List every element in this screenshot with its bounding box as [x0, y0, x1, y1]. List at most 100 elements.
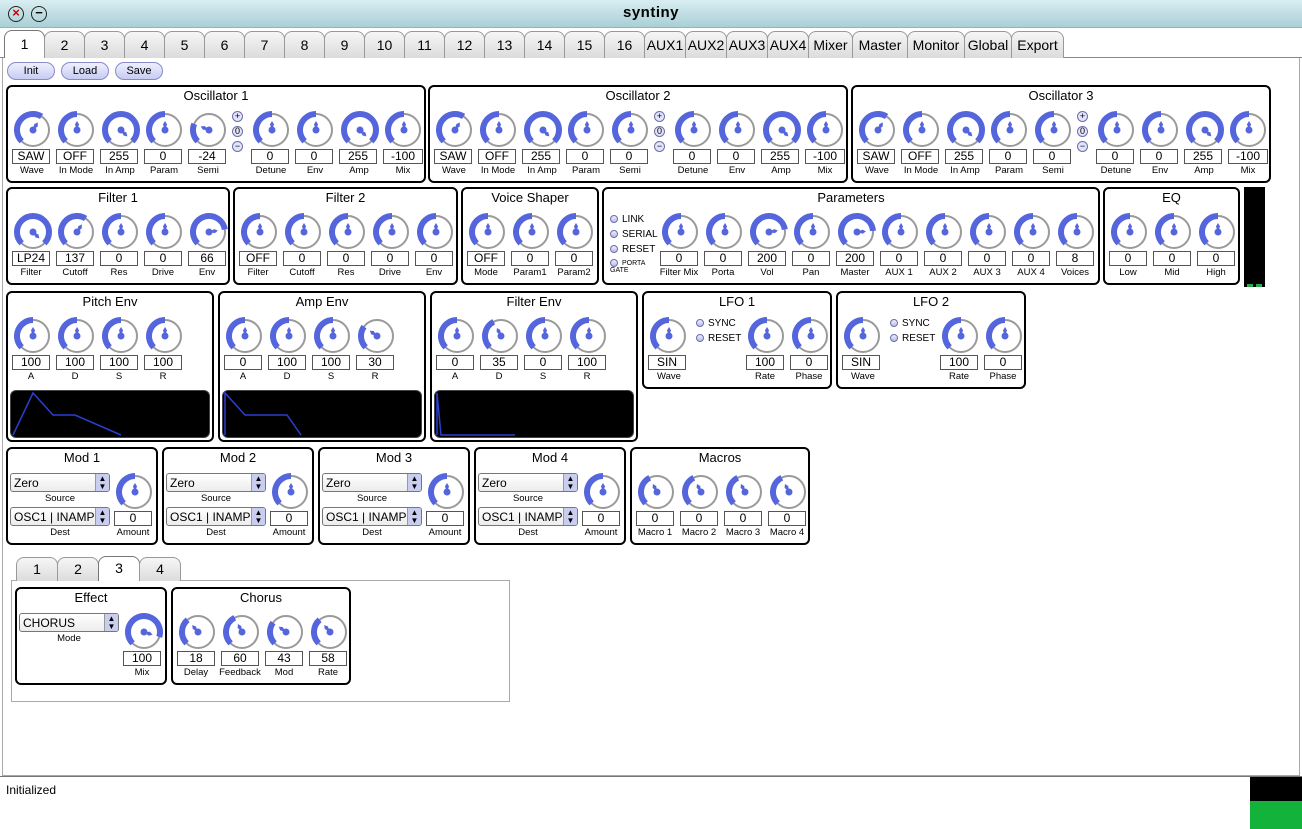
chorus-0-knob[interactable] [179, 613, 217, 651]
osc3-octave-plus-button[interactable]: + [1077, 111, 1088, 122]
tab-aux1[interactable]: AUX1 [644, 31, 686, 58]
osc2-env-knob[interactable] [719, 111, 757, 149]
filter2-4-knob[interactable] [417, 213, 455, 251]
osc2-octave-plus-button[interactable]: + [654, 111, 665, 122]
param-8-knob[interactable] [1014, 213, 1052, 251]
param-4-value[interactable]: 200 [836, 251, 874, 266]
voice-shaper-1-value[interactable]: 0 [511, 251, 549, 266]
filter2-4-value[interactable]: 0 [415, 251, 453, 266]
lfo2-rate-knob[interactable] [942, 317, 980, 355]
osc3-wave-value[interactable]: SAW [857, 149, 895, 164]
osc3-param-knob[interactable] [991, 111, 1029, 149]
pitch-env-3-knob[interactable] [146, 317, 184, 355]
load-button[interactable]: Load [61, 62, 109, 80]
osc1-semi-value[interactable]: -24 [188, 149, 226, 164]
osc2-semi-value[interactable]: 0 [610, 149, 648, 164]
effect-mode-select[interactable]: CHORUS ▲ ▼ [19, 613, 119, 632]
chorus-2-knob[interactable] [267, 613, 305, 651]
osc2-env-value[interactable]: 0 [717, 149, 755, 164]
osc2-in-amp-knob[interactable] [524, 111, 562, 149]
filter-env-1-knob[interactable] [482, 317, 520, 355]
eq-1-knob[interactable] [1155, 213, 1193, 251]
mod2-amount-value[interactable]: 0 [270, 511, 308, 526]
amp-env-1-value[interactable]: 100 [268, 355, 306, 370]
tab-mixer[interactable]: Mixer [808, 31, 853, 58]
osc3-octave-minus-button[interactable]: − [1077, 141, 1088, 152]
tab-aux3[interactable]: AUX3 [726, 31, 768, 58]
pitch-env-1-value[interactable]: 100 [56, 355, 94, 370]
osc2-in-mode-value[interactable]: OFF [478, 149, 516, 164]
save-button[interactable]: Save [115, 62, 163, 80]
filter2-3-value[interactable]: 0 [371, 251, 409, 266]
mod4-amount-knob[interactable] [584, 473, 622, 511]
osc1-env-value[interactable]: 0 [295, 149, 333, 164]
filter1-4-value[interactable]: 66 [188, 251, 226, 266]
param-5-value[interactable]: 0 [880, 251, 918, 266]
lfo2-wave-value[interactable]: SIN [842, 355, 880, 370]
macro-3-value[interactable]: 0 [768, 511, 806, 526]
osc2-param-value[interactable]: 0 [566, 149, 604, 164]
param-7-knob[interactable] [970, 213, 1008, 251]
osc2-octave-zero-button[interactable]: 0 [654, 126, 665, 137]
macro-2-value[interactable]: 0 [724, 511, 762, 526]
param-8-value[interactable]: 0 [1012, 251, 1050, 266]
mod1-dest-select[interactable]: OSC1 | INAMP ▲ ▼ [10, 507, 110, 526]
lfo1-reset-radio[interactable]: RESET [696, 333, 741, 344]
filter-env-0-knob[interactable] [438, 317, 476, 355]
osc1-mix-value[interactable]: -100 [383, 149, 423, 164]
osc1-amp-value[interactable]: 255 [339, 149, 377, 164]
osc2-detune-knob[interactable] [675, 111, 713, 149]
mod4-source-select[interactable]: Zero ▲ ▼ [478, 473, 578, 492]
mod3-amount-value[interactable]: 0 [426, 511, 464, 526]
osc1-octave-plus-button[interactable]: + [232, 111, 243, 122]
osc2-in-amp-value[interactable]: 255 [522, 149, 560, 164]
amp-env-1-knob[interactable] [270, 317, 308, 355]
osc2-wave-value[interactable]: SAW [434, 149, 472, 164]
tab-4[interactable]: 4 [124, 31, 165, 58]
macro-0-value[interactable]: 0 [636, 511, 674, 526]
filter-env-3-value[interactable]: 100 [568, 355, 606, 370]
tab-14[interactable]: 14 [524, 31, 565, 58]
mod4-amount-value[interactable]: 0 [582, 511, 620, 526]
param-0-value[interactable]: 0 [660, 251, 698, 266]
osc3-env-value[interactable]: 0 [1140, 149, 1178, 164]
mod2-amount-knob[interactable] [272, 473, 310, 511]
tab-monitor[interactable]: Monitor [907, 31, 965, 58]
osc3-mix-value[interactable]: -100 [1228, 149, 1268, 164]
osc3-in-mode-value[interactable]: OFF [901, 149, 939, 164]
param-3-value[interactable]: 0 [792, 251, 830, 266]
chorus-0-value[interactable]: 18 [177, 651, 215, 666]
param-porta-gate-radio[interactable]: PORTA GATE [610, 259, 660, 274]
effect-mix-value[interactable]: 100 [123, 651, 161, 666]
filter1-3-value[interactable]: 0 [144, 251, 182, 266]
filter-env-1-value[interactable]: 35 [480, 355, 518, 370]
mod4-dest-select[interactable]: OSC1 | INAMP ▲ ▼ [478, 507, 578, 526]
lfo2-phase-knob[interactable] [986, 317, 1024, 355]
tab-3[interactable]: 3 [84, 31, 125, 58]
osc3-mix-knob[interactable] [1230, 111, 1268, 149]
macro-1-knob[interactable] [682, 473, 720, 511]
effect-mix-knob[interactable] [125, 613, 163, 651]
filter1-1-value[interactable]: 137 [56, 251, 94, 266]
osc3-detune-knob[interactable] [1098, 111, 1136, 149]
pitch-env-2-value[interactable]: 100 [100, 355, 138, 370]
osc3-octave-zero-button[interactable]: 0 [1077, 126, 1088, 137]
osc1-in-mode-knob[interactable] [58, 111, 96, 149]
tab-aux4[interactable]: AUX4 [767, 31, 809, 58]
eq-2-value[interactable]: 0 [1197, 251, 1235, 266]
pitch-env-0-value[interactable]: 100 [12, 355, 50, 370]
osc1-param-value[interactable]: 0 [144, 149, 182, 164]
amp-env-0-knob[interactable] [226, 317, 264, 355]
param-7-value[interactable]: 0 [968, 251, 1006, 266]
osc1-detune-value[interactable]: 0 [251, 149, 289, 164]
tab-15[interactable]: 15 [564, 31, 605, 58]
chorus-2-value[interactable]: 43 [265, 651, 303, 666]
amp-env-3-value[interactable]: 30 [356, 355, 394, 370]
osc3-detune-value[interactable]: 0 [1096, 149, 1134, 164]
osc3-amp-value[interactable]: 255 [1184, 149, 1222, 164]
filter1-2-knob[interactable] [102, 213, 140, 251]
osc2-semi-knob[interactable] [612, 111, 650, 149]
osc1-wave-value[interactable]: SAW [12, 149, 50, 164]
osc1-detune-knob[interactable] [253, 111, 291, 149]
osc1-semi-knob[interactable] [190, 111, 228, 149]
